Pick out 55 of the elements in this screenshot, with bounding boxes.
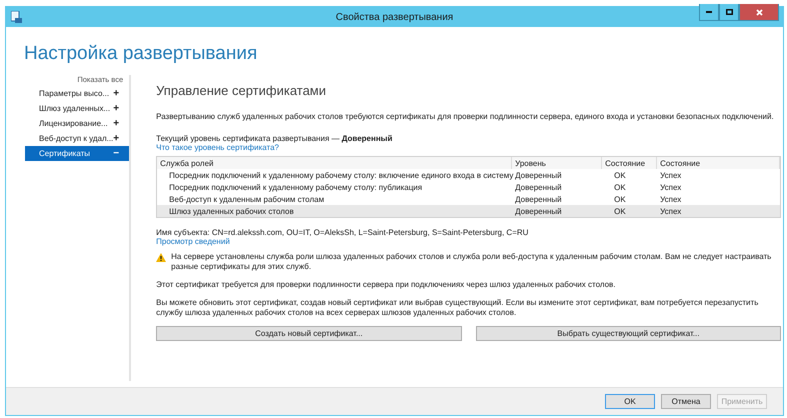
table-cell-text: Успех: [659, 182, 682, 192]
sidebar-item-label: Веб-доступ к удал...: [39, 134, 114, 143]
table-cell-text: Доверенный: [514, 182, 563, 192]
intro-text: Развертыванию служб удаленных рабочих столов требуются сертификаты для проверки подлинности сервера, единого входа и установки безопасных подключений.: [156, 112, 775, 122]
dialog-button[interactable]: OK: [605, 394, 655, 409]
sidebar-item-label: Сертификаты: [39, 149, 92, 158]
info-text: Вы можете обновить этот сертификат, создав новый сертификат или выбрав существующий. Если вы измените этот сертификат, вам потребуется перезапустить службу шлюза удаленных рабочих столов на всех серверах шлюзов удаленных рабочих столов.: [156, 298, 760, 318]
minimize-button[interactable]: [699, 4, 719, 21]
warning-icon: [156, 253, 166, 262]
table-cell-text: Доверенный: [514, 170, 563, 180]
expand-toggle[interactable]: +: [113, 133, 120, 144]
sidebar-item-label: Шлюз удаленных...: [39, 104, 112, 113]
table-cell-text: Доверенный: [514, 206, 563, 216]
minimize-icon: [706, 11, 712, 13]
table-cell-text: Посредник подключений к удаленному рабочему столу: включение единого входа в систему: [168, 170, 512, 180]
level-help-link[interactable]: Что такое уровень сертификата?: [156, 143, 279, 152]
table-cell-text: Успех: [659, 194, 682, 204]
expand-toggle[interactable]: +: [113, 88, 120, 99]
table-cell-text: OK: [613, 182, 627, 192]
table-cell-text: Посредник подключений к удаленному рабочему столу: публикация: [168, 182, 424, 192]
page-heading: Настройка развертывания: [23, 42, 258, 66]
table-cell-text: Успех: [659, 170, 682, 180]
maximize-button[interactable]: [719, 4, 739, 21]
table-cell-text: Веб-доступ к удаленным рабочим столам: [168, 194, 326, 204]
sidebar-item[interactable]: Шлюз удаленных... +: [25, 101, 130, 116]
section-title: Управление сертификатами: [156, 83, 328, 98]
note-text: Этот сертификат требуется для проверки подлинности сервера при подключениях через шлюз удаленных рабочих столов.: [156, 280, 617, 290]
subject-text: Имя субъекта: CN=rd.alekssh.com, OU=IT, O=AleksSh, L=Saint-Petersburg, S=Saint-Petersburg, C=RU: [156, 228, 530, 237]
app-icon: [11, 11, 22, 23]
sidebar-item[interactable]: Сертификаты −: [25, 146, 130, 161]
certificate-button[interactable]: Выбрать существующий сертификат...: [476, 326, 782, 341]
table-row[interactable]: Шлюз удаленных рабочих столов Доверенный OK Успех: [157, 205, 780, 217]
warning-text: На сервере установлены служба роли шлюза удаленных рабочих столов и служба роли веб-доступа к удаленным рабочим столам. Вам не следует настраивать разные сертификаты для этих служб.: [171, 252, 772, 272]
window-title: Свойства развертывания: [334, 12, 454, 22]
table-cell-text: OK: [613, 206, 627, 216]
table-cell-text: OK: [613, 170, 627, 180]
view-details-link[interactable]: Просмотр сведений: [156, 237, 782, 246]
expand-toggle[interactable]: −: [113, 148, 120, 159]
table-cell-text: Успех: [659, 206, 682, 216]
dialog-button[interactable]: Отмена: [661, 394, 711, 409]
table-cell-text: Шлюз удаленных рабочих столов: [168, 206, 295, 216]
certificate-button[interactable]: Создать новый сертификат...: [156, 326, 462, 341]
expand-toggle[interactable]: +: [113, 103, 120, 114]
sidebar-item[interactable]: Параметры высо... +: [25, 86, 130, 101]
expand-toggle[interactable]: +: [113, 118, 120, 129]
close-button[interactable]: [739, 4, 779, 21]
table-cell-text: Доверенный: [514, 194, 563, 204]
close-icon: [756, 8, 762, 16]
sidebar-item[interactable]: Веб-доступ к удал...+: [25, 131, 130, 146]
sidebar-item-label: Лицензирование...: [39, 119, 109, 128]
table-cell-text: OK: [613, 194, 627, 204]
sidebar-item-label: Параметры высо...: [39, 89, 110, 98]
current-level-text: Текущий уровень сертификата развертывания — Доверенный: [156, 134, 394, 143]
maximize-icon: [726, 9, 732, 15]
sidebar-item[interactable]: Лицензирование... +: [25, 116, 130, 131]
